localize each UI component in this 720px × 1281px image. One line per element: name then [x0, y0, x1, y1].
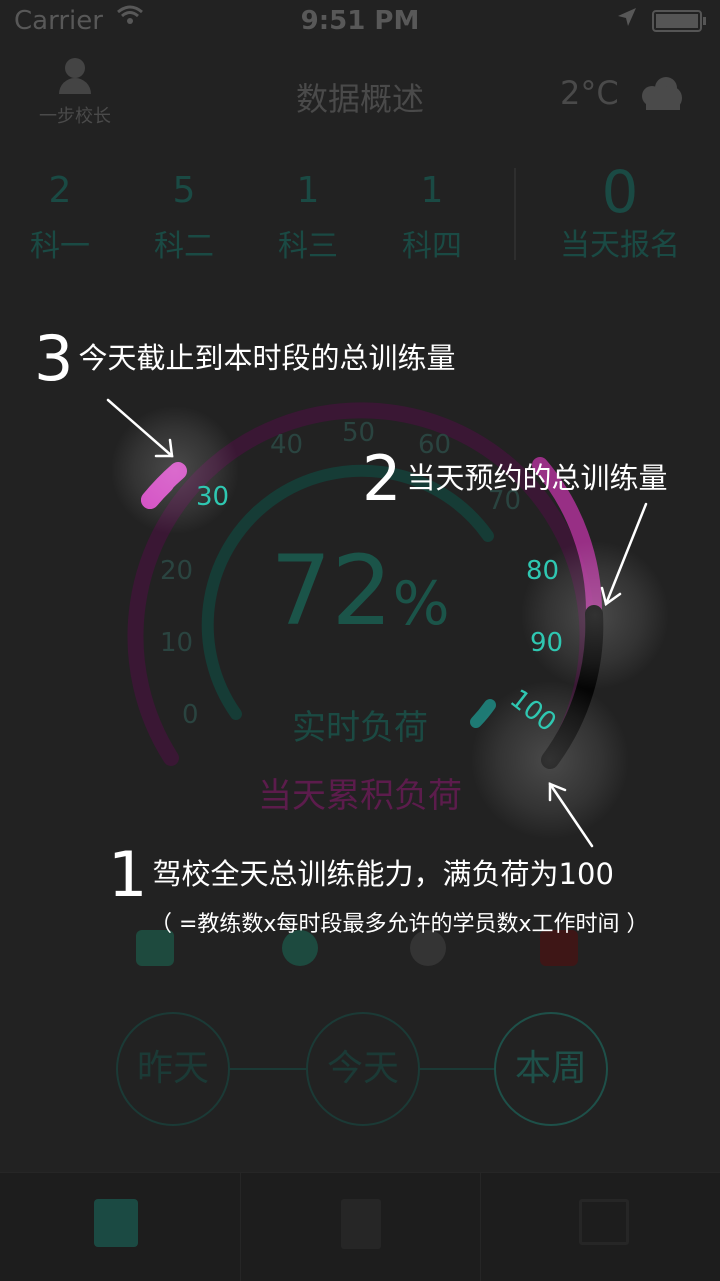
app-screen: Carrier 9:51 PM 一步校长 数据概述 2°C 2 科一 5 科二 …	[0, 0, 720, 1281]
annotation-arrows	[106, 398, 648, 848]
